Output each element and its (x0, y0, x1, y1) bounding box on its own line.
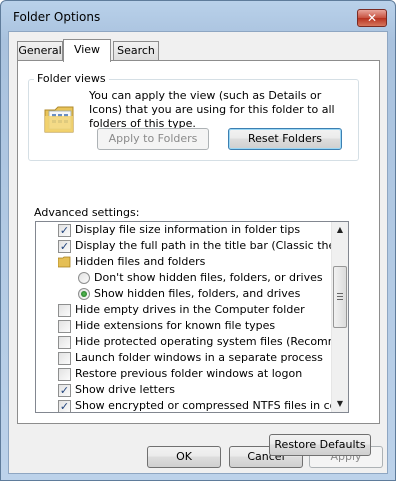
list-item-label: Hidden files and folders (75, 255, 206, 268)
folder-icon (44, 106, 74, 133)
radio-button[interactable] (78, 288, 90, 300)
list-item-label: Hide extensions for known file types (75, 319, 276, 332)
list-item-label: Hide protected operating system files (R… (75, 335, 349, 348)
title-bar[interactable]: Folder Options ✕ (1, 1, 395, 31)
advanced-settings-label: Advanced settings: (34, 206, 140, 219)
scroll-up-icon[interactable]: ▲ (332, 222, 348, 238)
list-item-label: Display the full path in the title bar (… (75, 239, 348, 252)
list-item-label: Show encrypted or compressed NTFS files … (75, 399, 349, 412)
view-tab-panel: Folder views You can apply the view (suc… (17, 60, 380, 456)
list-item-label: Show hidden files, folders, and drives (94, 287, 301, 300)
folder-icon (58, 256, 71, 268)
checkbox[interactable] (58, 320, 71, 333)
vertical-scrollbar[interactable]: ▲ ▼ (331, 222, 348, 412)
checkbox[interactable] (58, 336, 71, 349)
grip-line (337, 299, 343, 300)
apply-to-folders-button[interactable]: Apply to Folders (97, 128, 209, 150)
folder-options-window: Folder Options ✕ General View Search Fol… (0, 0, 396, 481)
advanced-settings-list[interactable]: ✓ Display file size information in folde… (35, 221, 349, 413)
list-item-label: Hide empty drives in the Computer folder (75, 303, 305, 316)
folder-views-description: You can apply the view (such as Details … (89, 89, 335, 130)
tab-general[interactable]: General (17, 41, 63, 61)
checkbox[interactable]: ✓ (58, 400, 71, 412)
folder-views-legend: Folder views (34, 72, 109, 85)
list-item-label: Display file size information in folder … (75, 223, 301, 236)
checkbox[interactable] (58, 352, 71, 365)
restore-defaults-button[interactable]: Restore Defaults (269, 434, 371, 456)
list-item-label: Restore previous folder windows at logon (75, 367, 303, 380)
tab-view[interactable]: View (63, 39, 111, 62)
close-button[interactable]: ✕ (357, 9, 387, 27)
radio-button[interactable] (78, 272, 90, 284)
scroll-thumb[interactable] (333, 266, 347, 328)
list-item-label: Don't show hidden files, folders, or dri… (94, 271, 323, 284)
checkbox[interactable]: ✓ (58, 384, 71, 397)
dialog-client: General View Search Folder views You can… (8, 31, 388, 474)
folder-views-group: You can apply the view (such as Details … (28, 79, 359, 161)
reset-folders-button[interactable]: Reset Folders (228, 128, 342, 150)
list-item-label: Launch folder windows in a separate proc… (75, 351, 323, 364)
ok-button[interactable]: OK (147, 446, 221, 468)
checkbox[interactable] (58, 368, 71, 381)
checkbox[interactable] (58, 304, 71, 317)
tab-search[interactable]: Search (113, 41, 159, 61)
grip-line (337, 293, 343, 294)
checkbox[interactable]: ✓ (58, 240, 71, 253)
scroll-down-icon[interactable]: ▼ (332, 396, 348, 412)
grip-line (337, 296, 343, 297)
list-item-label: Show drive letters (75, 383, 175, 396)
checkbox[interactable]: ✓ (58, 224, 71, 237)
window-title: Folder Options (13, 10, 101, 24)
